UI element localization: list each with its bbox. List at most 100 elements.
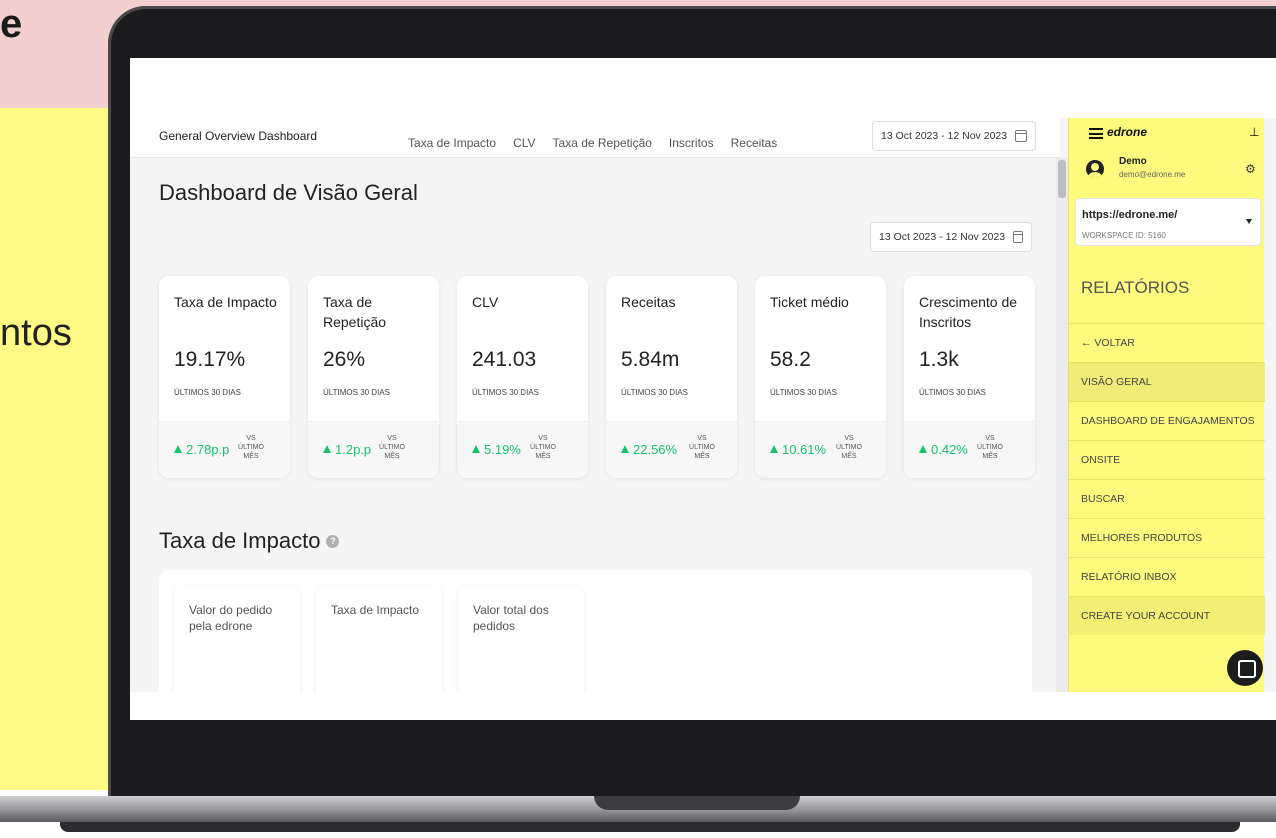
tab-taxa-de-impacto[interactable]: Taxa de Impacto [408,136,496,150]
kpi-comparison: VS ÚLTIMO MÊS [836,435,862,460]
kpi-period: ÚLTIMOS 30 DIAS [621,388,688,397]
kpi-footer: 5.19% VS ÚLTIMO MÊS [457,421,588,478]
kpi-delta-value: 10.61% [782,442,827,457]
kpi-footer: 1.2p.p VS ÚLTIMO MÊS [308,421,439,478]
laptop-screen: General Overview Dashboard Taxa de Impac… [130,58,1276,720]
trend-up-icon [621,445,629,453]
kpi-value: 241.03 [472,348,537,371]
gear-icon[interactable]: ⚙ [1245,162,1256,176]
page-title: Dashboard de Visão Geral [159,180,418,205]
sidebar-item-melhores-produtos[interactable]: MELHORES PRODUTOS [1069,518,1265,557]
main-date-picker[interactable]: 13 Oct 2023 - 12 Nov 2023 [870,222,1032,252]
breadcrumb: General Overview Dashboard [159,129,318,143]
caret-down-icon [1246,219,1252,224]
kpi-delta-value: 5.19% [484,442,521,457]
sidebar-item-onsite[interactable]: ONSITE [1069,440,1265,479]
kpi-value: 19.17% [174,348,246,371]
kpi-delta: 0.42% [919,442,968,457]
kpi-value: 58.2 [770,348,811,371]
kpi-delta: 10.61% [770,442,826,457]
menu-icon[interactable] [1089,128,1103,139]
kpi-card-taxa-de-impacto[interactable]: Taxa de Impacto 19.17% ÚLTIMOS 30 DIAS 2… [159,276,290,478]
user-profile[interactable]: Demo demo@edrone.me ⚙ [1069,152,1265,192]
mini-card-taxa-de-impacto[interactable]: Taxa de Impacto [316,586,442,692]
kpi-delta-value: 2.78p.p [186,442,230,457]
sidebar-item-relatorio-inbox[interactable]: RELATÓRIO INBOX [1069,557,1265,596]
section-title-text: Taxa de Impacto [159,528,321,553]
kpi-delta-value: 0.42% [931,442,968,457]
kpi-card-ticket-medio[interactable]: Ticket médio 58.2 ÚLTIMOS 30 DIAS 10.61%… [755,276,886,478]
kpi-title: Receitas [621,294,676,310]
workspace-select[interactable]: https://edrone.me/ WORKSPACE ID: 5160 [1075,198,1261,246]
date-range-label: 13 Oct 2023 - 12 Nov 2023 [879,231,1006,243]
avatar [1086,160,1104,178]
kpi-period: ÚLTIMOS 30 DIAS [770,388,837,397]
top-bar: General Overview Dashboard Taxa de Impac… [130,118,1060,158]
kpi-value: 5.84m [621,348,680,371]
scrollbar-thumb[interactable] [1058,160,1066,198]
date-range-label: 13 Oct 2023 - 12 Nov 2023 [881,130,1008,142]
backdrop-text-mid: ntos [0,312,72,354]
kpi-period: ÚLTIMOS 30 DIAS [919,388,986,397]
calendar-icon [1013,231,1023,243]
topbar-date-picker[interactable]: 13 Oct 2023 - 12 Nov 2023 [872,121,1036,151]
kpi-period: ÚLTIMOS 30 DIAS [323,388,390,397]
sidebar-item-voltar[interactable]: ← VOLTAR [1069,323,1265,362]
kpi-delta: 1.2p.p [323,442,371,457]
kpi-title: Crescimento de Inscritos [919,294,1018,330]
sidebar-header: edrone ⊥ [1069,118,1265,148]
trend-up-icon [919,445,927,453]
sidebar-menu: ← VOLTAR VISÃO GERAL DASHBOARD DE ENGAJA… [1069,323,1265,635]
pin-icon[interactable]: ⊥ [1249,125,1259,139]
sidebar-section-title: RELATÓRIOS [1081,278,1190,297]
tab-inscritos[interactable]: Inscritos [669,136,714,150]
section-title: Taxa de Impacto ? [159,528,340,554]
kpi-comparison: VS ÚLTIMO MÊS [530,435,556,460]
laptop-foot [60,822,1240,832]
kpi-cards: Taxa de Impacto 19.17% ÚLTIMOS 30 DIAS 2… [159,276,1035,478]
impact-mini-cards: Valor do pedido pela edrone Taxa de Impa… [174,586,584,692]
mini-card-title: Valor do pedido pela edrone [189,603,273,633]
kpi-comparison: VS ÚLTIMO MÊS [238,435,264,460]
mini-card-title: Valor total dos pedidos [473,603,549,633]
tab-clv[interactable]: CLV [513,136,535,150]
logo: edrone [1107,125,1148,139]
user-email: demo@edrone.me [1119,170,1186,179]
kpi-period: ÚLTIMOS 30 DIAS [174,388,241,397]
tab-receitas[interactable]: Receitas [731,136,778,150]
kpi-delta: 2.78p.p [174,442,229,457]
section-tabs: Taxa de Impacto CLV Taxa de Repetição In… [408,136,777,150]
kpi-title: CLV [472,294,499,310]
laptop-notch [594,796,800,810]
kpi-delta-value: 22.56% [633,442,678,457]
kpi-card-receitas[interactable]: Receitas 5.84m ÚLTIMOS 30 DIAS 22.56% VS… [606,276,737,478]
kpi-delta-value: 1.2p.p [335,442,372,457]
trend-up-icon [770,445,778,453]
scrollbar-track[interactable] [1056,158,1068,692]
dashboard-app: General Overview Dashboard Taxa de Impac… [130,118,1276,692]
kpi-delta: 22.56% [621,442,677,457]
kpi-footer: 2.78p.p VS ÚLTIMO MÊS [159,421,290,478]
trend-up-icon [472,445,480,453]
chat-icon[interactable] [1227,650,1263,686]
kpi-card-taxa-de-repeticao[interactable]: Taxa de Repetição 26% ÚLTIMOS 30 DIAS 1.… [308,276,439,478]
kpi-title: Taxa de Repetição [323,294,387,330]
sidebar-item-dashboard-engajamentos[interactable]: DASHBOARD DE ENGAJAMENTOS [1069,401,1265,440]
help-icon[interactable]: ? [326,534,340,548]
sidebar-item-buscar[interactable]: BUSCAR [1069,479,1265,518]
workspace-url: https://edrone.me/ [1082,209,1178,221]
trend-up-icon [174,445,182,453]
mini-card-valor-do-pedido[interactable]: Valor do pedido pela edrone [174,586,300,692]
mini-card-title: Taxa de Impacto [331,603,420,617]
kpi-footer: 0.42% VS ÚLTIMO MÊS [904,421,1035,478]
sidebar: edrone ⊥ Demo demo@edrone.me ⚙ https://e… [1068,118,1265,692]
kpi-value: 1.3k [919,348,959,371]
kpi-comparison: VS ÚLTIMO MÊS [689,435,715,460]
kpi-card-clv[interactable]: CLV 241.03 ÚLTIMOS 30 DIAS 5.19% VS ÚLTI… [457,276,588,478]
mini-card-valor-total[interactable]: Valor total dos pedidos [458,586,584,692]
kpi-card-crescimento-de-inscritos[interactable]: Crescimento de Inscritos 1.3k ÚLTIMOS 30… [904,276,1035,478]
kpi-title: Ticket médio [770,294,849,310]
sidebar-item-create-account[interactable]: CREATE YOUR ACCOUNT [1069,596,1265,635]
tab-taxa-de-repeticao[interactable]: Taxa de Repetição [553,136,652,150]
sidebar-item-visao-geral[interactable]: VISÃO GERAL [1069,362,1265,401]
